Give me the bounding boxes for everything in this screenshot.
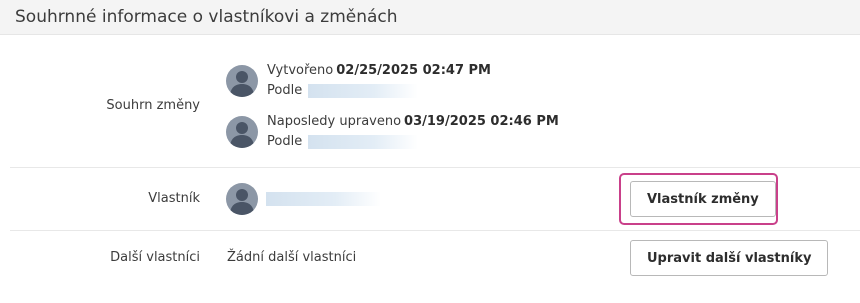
divider xyxy=(10,167,860,168)
created-line: Vytvořeno 02/25/2025 02:47 PM xyxy=(267,63,491,79)
other-owners-value: Žádní další vlastníci xyxy=(227,250,357,265)
change-owner-button[interactable]: Vlastník změny xyxy=(630,181,776,217)
owner-label: Vlastník xyxy=(148,191,200,206)
modified-prefix: Naposledy upraveno xyxy=(267,114,402,129)
edit-other-owners-button[interactable]: Upravit další vlastníky xyxy=(630,240,829,276)
created-by-label: Podle xyxy=(267,83,303,98)
section-header: Souhrnné informace o vlastníkovi a změná… xyxy=(0,0,860,35)
divider xyxy=(10,230,860,231)
owner-name-redacted xyxy=(266,192,381,206)
other-owners-label: Další vlastníci xyxy=(110,250,200,265)
created-prefix: Vytvořeno xyxy=(267,63,334,78)
modified-by-label: Podle xyxy=(267,134,303,149)
modified-line: Naposledy upraveno 03/19/2025 02:46 PM xyxy=(267,114,559,130)
created-by-name-redacted xyxy=(308,84,418,98)
modified-by-avatar-icon xyxy=(226,116,258,148)
owner-avatar-icon xyxy=(226,183,258,215)
created-by-avatar-icon xyxy=(226,65,258,97)
section-title: Souhrnné informace o vlastníkovi a změná… xyxy=(15,7,398,27)
summary-label: Souhrn změny xyxy=(106,98,200,113)
modified-datetime: 03/19/2025 02:46 PM xyxy=(404,114,559,129)
created-datetime: 02/25/2025 02:47 PM xyxy=(336,63,491,78)
modified-by-name-redacted xyxy=(308,135,418,149)
